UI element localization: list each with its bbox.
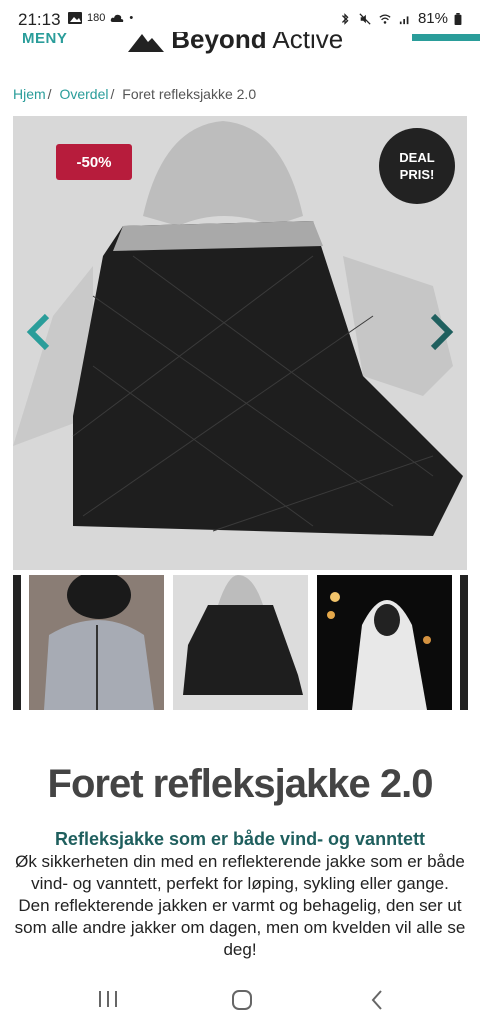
thumbnail-partial-left[interactable] xyxy=(13,575,21,710)
wifi-icon xyxy=(379,14,391,24)
thumbnail-image xyxy=(317,575,452,710)
thumbnail-image xyxy=(173,575,308,710)
breadcrumb-separator: / xyxy=(110,86,115,102)
thumbnail-strip xyxy=(0,575,480,710)
deal-badge-line2: PRIS! xyxy=(399,167,435,182)
header-accent-bar xyxy=(412,34,480,41)
chevron-right-icon[interactable] xyxy=(427,312,457,352)
thumbnail-1[interactable] xyxy=(29,575,164,710)
thumbnail-2[interactable] xyxy=(173,575,308,710)
android-nav-bar xyxy=(0,971,480,1029)
gallery-icon xyxy=(68,12,82,24)
status-badge: 180 xyxy=(87,12,106,24)
product-description: Øk sikkerheten din med en reflekterende … xyxy=(14,852,466,959)
product-subtitle: Refleksjakke som er både vind- og vannte… xyxy=(54,829,426,849)
home-icon[interactable] xyxy=(231,989,253,1011)
breadcrumb: Hjem / Overdel / Foret refleksjakke 2.0 xyxy=(13,86,256,102)
sale-badge: -50% xyxy=(56,144,132,180)
product-title: Foret refleksjakke 2.0 xyxy=(47,762,434,806)
breadcrumb-separator: / xyxy=(47,86,52,102)
dot-icon: • xyxy=(129,12,134,24)
chevron-left-icon[interactable] xyxy=(23,312,53,352)
bluetooth-icon xyxy=(341,12,349,25)
status-bar: 21:13 180 • 81% xyxy=(0,0,480,32)
thumbnail-partial-right[interactable] xyxy=(460,575,468,710)
menu-button[interactable]: MENY xyxy=(22,30,67,47)
mountain-icon xyxy=(128,34,164,53)
breadcrumb-home[interactable]: Hjem xyxy=(13,86,46,102)
product-main-image[interactable]: -50% DEAL PRIS! xyxy=(13,116,467,570)
deal-badge: DEAL PRIS! xyxy=(379,128,455,204)
breadcrumb-category[interactable]: Overdel xyxy=(59,86,108,102)
deal-badge-line1: DEAL xyxy=(399,150,435,165)
status-time: 21:13 xyxy=(18,10,61,29)
signal-icon xyxy=(399,15,409,24)
battery-icon xyxy=(454,12,462,25)
recent-apps-icon[interactable] xyxy=(97,989,119,1009)
mute-icon xyxy=(359,12,371,25)
battery-percent: 81% xyxy=(417,10,448,27)
thumbnail-image xyxy=(29,575,164,710)
back-icon[interactable] xyxy=(370,989,384,1011)
thumbnail-3[interactable] xyxy=(317,575,452,710)
breadcrumb-current: Foret refleksjakke 2.0 xyxy=(122,86,257,102)
cloud-icon xyxy=(111,14,124,22)
